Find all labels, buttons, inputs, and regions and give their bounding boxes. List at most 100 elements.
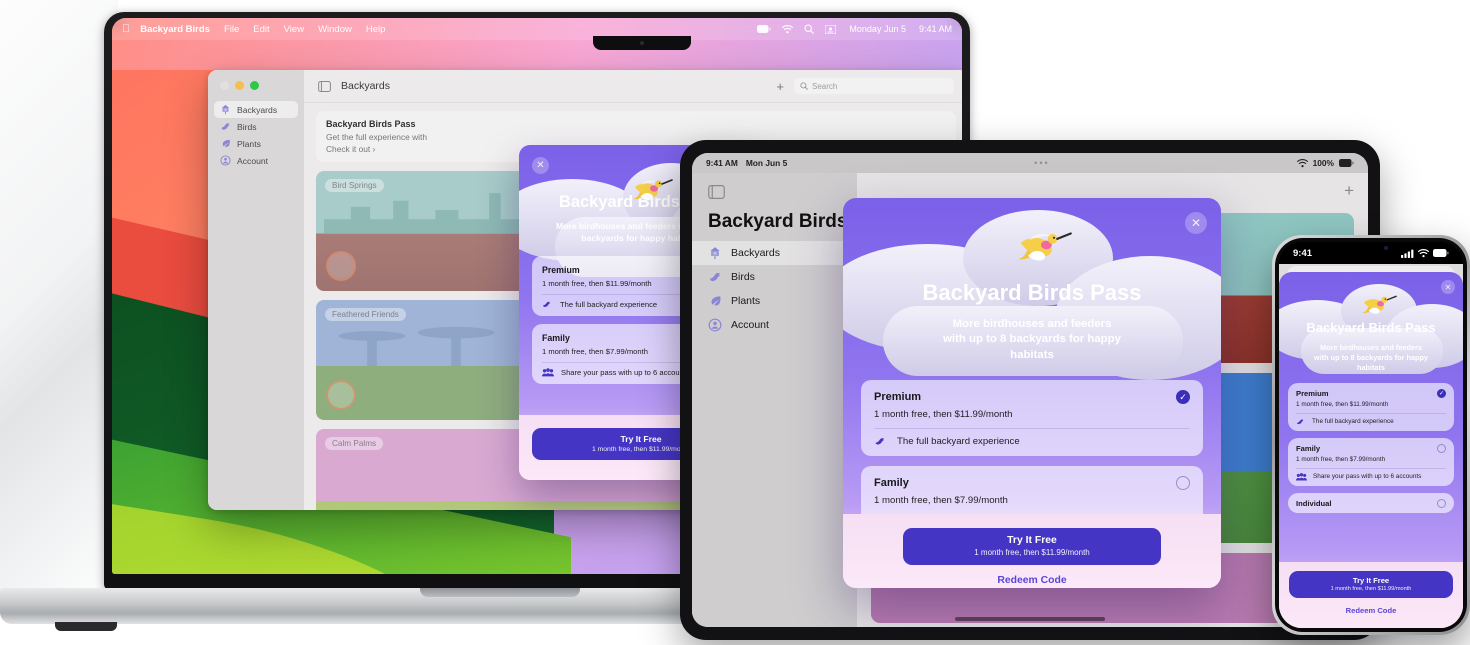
sidebar-item-label: Birds bbox=[731, 271, 755, 283]
plan-option-individual[interactable]: Individual bbox=[1288, 492, 1454, 513]
battery-icon[interactable] bbox=[757, 25, 772, 33]
sidebar-item-plants[interactable]: Plants bbox=[692, 289, 857, 313]
account-icon bbox=[708, 318, 722, 332]
close-icon[interactable]: ✕ bbox=[1441, 280, 1455, 294]
backyard-birds-pass-modal: ✕ Backyard Birds Pass More birdhouses an… bbox=[1279, 272, 1463, 628]
plan-name: Premium bbox=[542, 264, 580, 275]
menu-file[interactable]: File bbox=[224, 24, 239, 35]
sidebar-toggle-icon[interactable] bbox=[692, 181, 857, 199]
subtitle-line-1: More birdhouses and feeders bbox=[952, 318, 1112, 330]
multitasking-dots-icon[interactable]: ••• bbox=[787, 158, 1296, 168]
subtitle-line-3: habitats bbox=[1010, 348, 1054, 361]
subtitle-line-2: with up to 8 backyards for happy bbox=[943, 333, 1121, 346]
people-group-icon bbox=[542, 368, 554, 377]
sidebar-toggle-icon[interactable] bbox=[318, 80, 331, 92]
battery-percent: 100% bbox=[1312, 158, 1334, 168]
redeem-code-link[interactable]: Redeem Code bbox=[1289, 606, 1453, 615]
pass-title: Backyard Birds Pass bbox=[1306, 320, 1436, 335]
iphone-device: 9:41 ✕ Backyard Birds Pass More birdhous… bbox=[1272, 235, 1470, 635]
plan-feature: The full backyard experience bbox=[560, 300, 658, 310]
plan-radio[interactable] bbox=[1437, 443, 1446, 453]
plus-icon[interactable]: + bbox=[1344, 181, 1354, 201]
leaf-icon bbox=[708, 294, 722, 308]
menubar-app-title[interactable]: Backyard Birds bbox=[140, 24, 210, 35]
cta-subtitle: 1 month free, then $11.99/month bbox=[1330, 586, 1412, 592]
sidebar-item-label: Backyards bbox=[237, 104, 278, 115]
menubar-date[interactable]: Monday Jun 5 bbox=[849, 24, 906, 34]
leaf-icon bbox=[220, 138, 231, 149]
plan-option-premium[interactable]: Premium ✓ 1 month free, then $11.99/mont… bbox=[861, 380, 1203, 457]
menu-window[interactable]: Window bbox=[318, 24, 352, 35]
ipad-sidebar: Backyard Birds Backyards Birds Plants Ac… bbox=[692, 173, 857, 627]
plan-name: Individual bbox=[1296, 498, 1332, 508]
menubar-time[interactable]: 9:41 AM bbox=[919, 24, 952, 34]
bird-icon bbox=[874, 436, 888, 447]
sidebar-item-label: Backyards bbox=[731, 247, 781, 259]
sidebar-item-backyards[interactable]: Backyards bbox=[214, 101, 298, 118]
pass-footer: Try It Free 1 month free, then $11.99/mo… bbox=[843, 514, 1221, 588]
menu-help[interactable]: Help bbox=[366, 24, 386, 35]
menu-edit[interactable]: Edit bbox=[253, 24, 269, 35]
status-time: 9:41 AM bbox=[706, 158, 738, 168]
ipad-status-bar: 9:41 AM Mon Jun 5 ••• 100% bbox=[692, 153, 1368, 173]
sidebar-item-birds[interactable]: Birds bbox=[692, 265, 857, 289]
plan-name: Family bbox=[874, 477, 909, 490]
close-icon[interactable]: ✕ bbox=[532, 157, 549, 174]
promo-title: Backyard Birds Pass bbox=[326, 119, 416, 129]
sidebar-item-backyards[interactable]: Backyards bbox=[692, 241, 857, 265]
card-label: Calm Palms bbox=[325, 437, 384, 450]
bird-icon bbox=[542, 300, 553, 309]
bird-feeder-icon bbox=[326, 251, 356, 281]
plan-radio[interactable] bbox=[1437, 498, 1446, 508]
status-date: Mon Jun 5 bbox=[745, 158, 788, 168]
search-icon[interactable] bbox=[804, 24, 815, 34]
iphone-screen: 9:41 ✕ Backyard Birds Pass More birdhous… bbox=[1279, 242, 1463, 628]
plan-option-premium[interactable]: Premium ✓ 1 month free, then $11.99/mont… bbox=[1288, 382, 1454, 431]
card-label: Bird Springs bbox=[325, 179, 384, 192]
wifi-icon bbox=[1418, 248, 1429, 258]
sidebar-item-label: Plants bbox=[237, 138, 261, 149]
birdhouse-icon bbox=[708, 246, 722, 260]
try-it-free-button[interactable]: Try It Free 1 month free, then $11.99/mo… bbox=[1289, 571, 1453, 598]
hummingbird-illustration bbox=[633, 179, 673, 200]
sidebar-item-account[interactable]: Account bbox=[692, 313, 857, 337]
plan-selected-radio[interactable]: ✓ bbox=[1437, 388, 1446, 398]
plan-feature: The full backyard experience bbox=[897, 436, 1020, 448]
people-group-icon bbox=[1296, 472, 1307, 481]
plan-price: 1 month free, then $11.99/month bbox=[1296, 400, 1389, 408]
ipad-page-title: Backyard Birds bbox=[708, 211, 848, 232]
redeem-code-link[interactable]: Redeem Code bbox=[903, 575, 1161, 586]
menu-view[interactable]: View bbox=[284, 24, 304, 35]
plan-price: 1 month free, then $7.99/month bbox=[874, 495, 1008, 507]
sidebar-item-birds[interactable]: Birds bbox=[214, 118, 298, 135]
plan-name: Family bbox=[1296, 443, 1321, 453]
plan-selected-radio[interactable]: ✓ bbox=[1176, 390, 1190, 405]
macbook-lid-back bbox=[0, 0, 118, 600]
macos-menu-bar[interactable]:  Backyard Birds File Edit View Window H… bbox=[112, 18, 962, 40]
maximize-window-button[interactable] bbox=[250, 81, 259, 90]
bird-icon bbox=[220, 121, 231, 132]
search-input[interactable]: Search bbox=[794, 78, 954, 94]
plus-icon[interactable]: + bbox=[776, 79, 784, 94]
control-center-icon[interactable] bbox=[825, 24, 837, 34]
plan-option-family[interactable]: Family 1 month free, then $7.99/month Sh… bbox=[1288, 437, 1454, 486]
backyard-birds-pass-modal: ✕ Backyard Birds Pass More birdhouses an… bbox=[843, 198, 1221, 588]
cta-title: Try It Free bbox=[1007, 535, 1057, 546]
product-lineup-scene:  Backyard Birds File Edit View Window H… bbox=[0, 0, 1470, 645]
plan-radio[interactable] bbox=[1176, 476, 1190, 491]
close-icon[interactable]: ✕ bbox=[1185, 212, 1207, 234]
hummingbird-illustration bbox=[1362, 295, 1397, 314]
close-window-button[interactable] bbox=[220, 81, 229, 90]
macbook-foot bbox=[55, 622, 117, 631]
window-traffic-lights[interactable] bbox=[208, 70, 304, 90]
wifi-icon[interactable] bbox=[782, 24, 794, 34]
sidebar-item-plants[interactable]: Plants bbox=[214, 135, 298, 152]
pass-subtitle: More birdhouses and feeders with up to 8… bbox=[843, 317, 1221, 363]
pass-title: Backyard Birds Pass bbox=[922, 280, 1142, 305]
sidebar-item-account[interactable]: Account bbox=[214, 152, 298, 169]
apple-icon[interactable]:  bbox=[122, 23, 130, 35]
card-label: Feathered Friends bbox=[325, 308, 406, 321]
plan-name: Family bbox=[542, 332, 570, 343]
minimize-window-button[interactable] bbox=[235, 81, 244, 90]
try-it-free-button[interactable]: Try It Free 1 month free, then $11.99/mo… bbox=[903, 528, 1161, 565]
